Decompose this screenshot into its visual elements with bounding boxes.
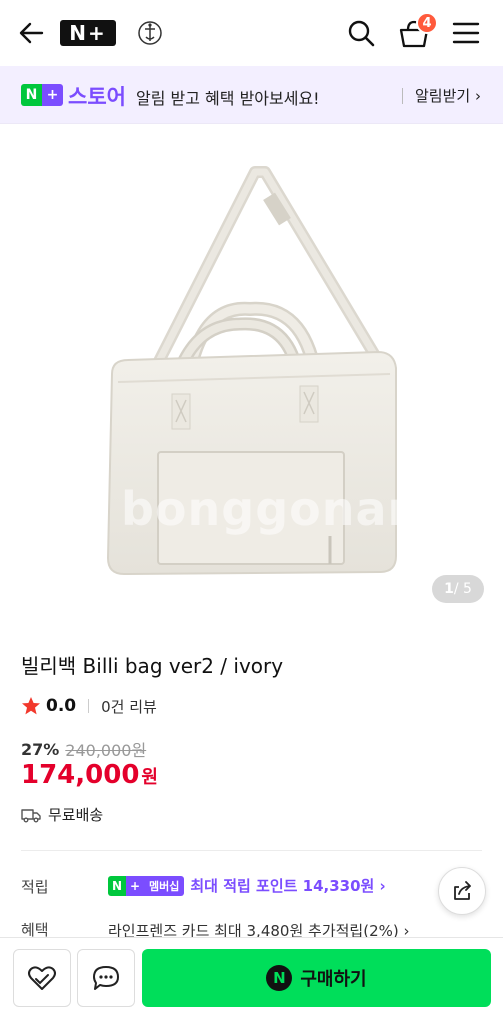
sale-price: 174,000 원 [21, 760, 158, 790]
divider [21, 850, 482, 851]
store-notification-banner[interactable]: N + 스토어 알림 받고 혜택 받아보세요! 알림받기 › [0, 66, 503, 124]
image-current: 1 [444, 581, 454, 597]
heart-icon [28, 966, 56, 990]
brand-emblem-icon[interactable] [137, 20, 163, 46]
points-link[interactable]: N + 멤버십 최대 적립 포인트 14,330원 › [108, 875, 386, 896]
buy-now-button[interactable]: N 구매하기 [142, 949, 491, 1007]
banner-message: 알림 받고 혜택 받아보세요! [136, 89, 320, 108]
like-button[interactable] [13, 949, 71, 1007]
star-icon [22, 697, 40, 715]
n-glyph: N [108, 875, 126, 896]
shipping-info: 무료배송 [21, 804, 103, 825]
notify-me-link[interactable]: 알림받기 › [415, 85, 481, 106]
divider [88, 699, 90, 713]
share-icon [454, 881, 471, 900]
review-count-link[interactable]: 0건 리뷰 [101, 696, 157, 717]
nplus-membership-tag: N + 멤버십 [108, 875, 185, 896]
product-title: 빌리백 Billi bag ver2 / ivory [21, 654, 284, 678]
share-button[interactable] [438, 867, 486, 915]
buy-label: 구매하기 [300, 969, 367, 990]
rating-row[interactable]: 0.0 0건 리뷰 [21, 694, 157, 718]
search-icon[interactable] [347, 19, 375, 47]
chat-bubble-icon [93, 966, 119, 990]
discount-percent: 27% [21, 739, 60, 759]
max-points-text: 최대 적립 포인트 14,330원 › [190, 877, 386, 895]
plus-glyph: + [42, 84, 63, 106]
cart-count-badge: 4 [416, 12, 438, 34]
discount-row: 27% 240,000원 [21, 737, 146, 761]
bag-image [106, 166, 397, 576]
n-glyph: N [21, 84, 42, 106]
image-watermark: bonggonam [121, 482, 437, 536]
plus-glyph: + [126, 875, 144, 896]
price-unit: 원 [141, 767, 158, 788]
divider [402, 88, 403, 104]
npay-icon: N [266, 965, 293, 991]
talk-talk-button[interactable] [77, 949, 135, 1007]
image-total: / 5 [453, 581, 472, 597]
shipping-label: 무료배송 [48, 806, 104, 824]
store-word: 스토어 [68, 85, 126, 109]
points-label: 적립 [21, 878, 49, 896]
rating-score: 0.0 [46, 696, 77, 716]
back-arrow-icon[interactable] [18, 20, 44, 46]
original-price: 240,000원 [65, 741, 147, 760]
product-image-carousel[interactable]: bonggonam [0, 124, 503, 614]
hamburger-menu-icon[interactable] [452, 21, 480, 45]
membership-word: 멤버십 [144, 875, 185, 896]
truck-icon [21, 808, 41, 822]
nplus-store-logo: N + [21, 84, 63, 106]
image-counter: 1 / 5 [432, 575, 484, 603]
bottom-action-bar: N 구매하기 [0, 937, 503, 1024]
top-header: N+ 4 [0, 0, 503, 66]
nplus-logo[interactable]: N+ [60, 20, 116, 46]
price-value: 174,000 [21, 760, 140, 790]
